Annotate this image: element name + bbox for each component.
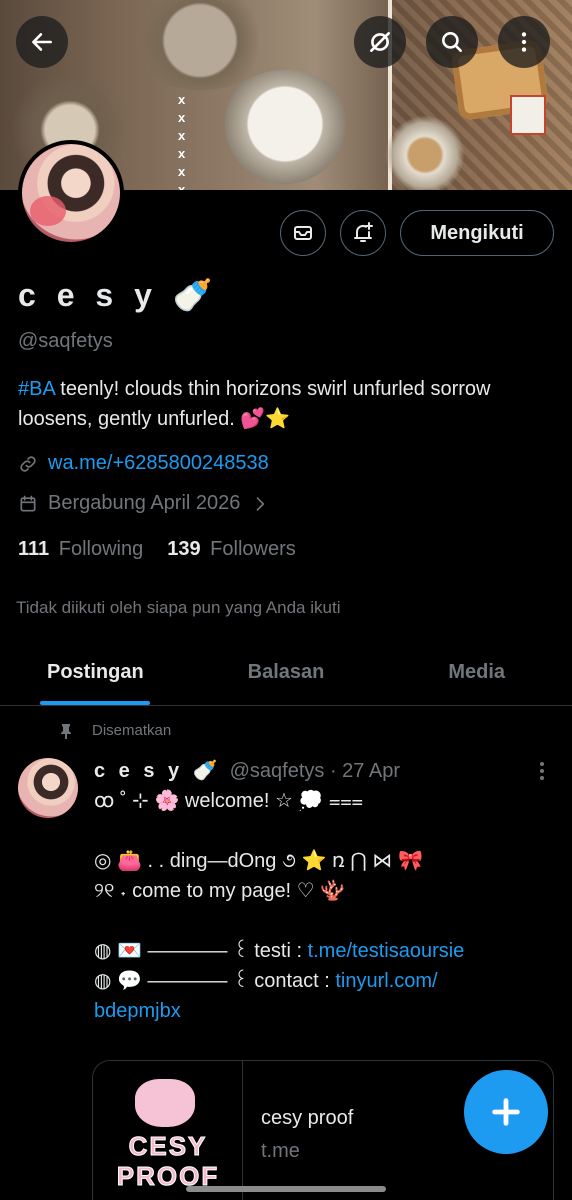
chevron-right-icon bbox=[257, 496, 265, 511]
bio-hashtag[interactable]: #BA bbox=[18, 378, 55, 400]
card-title: cesy proof bbox=[261, 1107, 354, 1129]
card-info: cesy proof t.me bbox=[243, 1061, 371, 1200]
plus-icon bbox=[492, 1098, 520, 1126]
profile-website-link[interactable]: wa.me/+6285800248538 bbox=[48, 452, 269, 475]
card-thumbnail: CESY PROOF bbox=[93, 1061, 243, 1200]
active-tab-indicator bbox=[40, 701, 151, 705]
mutual-followers-note: Tidak diikuti oleh siapa pun yang Anda i… bbox=[16, 598, 341, 617]
followers-count-link[interactable]: 139 Followers bbox=[167, 538, 296, 561]
notify-button[interactable] bbox=[340, 210, 386, 256]
tab-media[interactable]: Media bbox=[381, 640, 572, 705]
profile-bio: #BA teenly! clouds thin horizons swirl u… bbox=[18, 374, 538, 434]
back-button[interactable] bbox=[16, 16, 68, 68]
banner-rice-bowl bbox=[215, 70, 355, 190]
banner-x-marks: x x x x x x bbox=[178, 92, 186, 190]
message-button[interactable] bbox=[280, 210, 326, 256]
search-button[interactable] bbox=[426, 16, 478, 68]
follow-counts: 111 Following 139 Followers bbox=[18, 538, 296, 561]
pin-icon bbox=[61, 723, 71, 739]
tab-replies[interactable]: Balasan bbox=[191, 640, 382, 705]
link-icon bbox=[20, 455, 36, 472]
translate-button[interactable] bbox=[354, 16, 406, 68]
post-header: c e s y 🍼 @saqfetys · 27 Apr bbox=[94, 758, 400, 783]
banner-cookie-plate bbox=[380, 110, 470, 190]
cat-illustration bbox=[135, 1079, 195, 1127]
bell-plus-icon bbox=[354, 222, 373, 242]
post-handle-date: @saqfetys · 27 Apr bbox=[229, 760, 401, 782]
gesture-home-bar[interactable] bbox=[186, 1186, 386, 1192]
profile-handle: @saqfetys bbox=[18, 330, 113, 352]
following-count-link[interactable]: 111 Following bbox=[18, 538, 143, 561]
card-thumbnail-text: CESY PROOF bbox=[116, 1131, 220, 1192]
profile-name: c e s y 🍼 bbox=[18, 277, 219, 313]
post-avatar[interactable] bbox=[18, 758, 78, 818]
post-author-name[interactable]: c e s y 🍼 bbox=[94, 758, 222, 783]
more-vertical-icon bbox=[521, 32, 527, 52]
contact-link-continued[interactable]: bdepmjbx bbox=[94, 1000, 181, 1022]
card-domain: t.me bbox=[261, 1140, 300, 1162]
tab-posts[interactable]: Postingan bbox=[0, 640, 191, 705]
back-arrow-icon bbox=[32, 33, 52, 51]
post-more-button[interactable] bbox=[536, 760, 548, 787]
post-text[interactable]: ꝏ ˚ ⊹ 🌸 welcome! ☆ 💭 ⩶ ◎ 👛 . . ding—dOng… bbox=[94, 786, 534, 1026]
profile-tabs: Postingan Balasan Media bbox=[0, 640, 572, 706]
profile-avatar[interactable] bbox=[18, 140, 124, 246]
more-button[interactable] bbox=[498, 16, 550, 68]
more-vertical-icon bbox=[540, 762, 544, 780]
joined-row[interactable]: Bergabung April 2026 bbox=[18, 492, 270, 515]
banner-milk-box bbox=[510, 95, 546, 135]
envelope-icon bbox=[294, 226, 312, 240]
bio-text: teenly! clouds thin horizons swirl unfur… bbox=[18, 378, 491, 430]
contact-link[interactable]: tinyurl.com/ bbox=[335, 970, 437, 992]
calendar-icon bbox=[20, 495, 36, 511]
pinned-indicator: Disematkan bbox=[58, 722, 171, 739]
following-button[interactable]: Mengikuti bbox=[400, 210, 554, 256]
joined-date: Bergabung April 2026 bbox=[48, 492, 241, 514]
compose-button[interactable] bbox=[464, 1070, 548, 1154]
profile-link-row: wa.me/+6285800248538 bbox=[18, 452, 269, 475]
testi-link[interactable]: t.me/testisaoursie bbox=[308, 940, 465, 962]
translate-off-icon bbox=[370, 32, 390, 52]
search-icon bbox=[442, 32, 462, 52]
